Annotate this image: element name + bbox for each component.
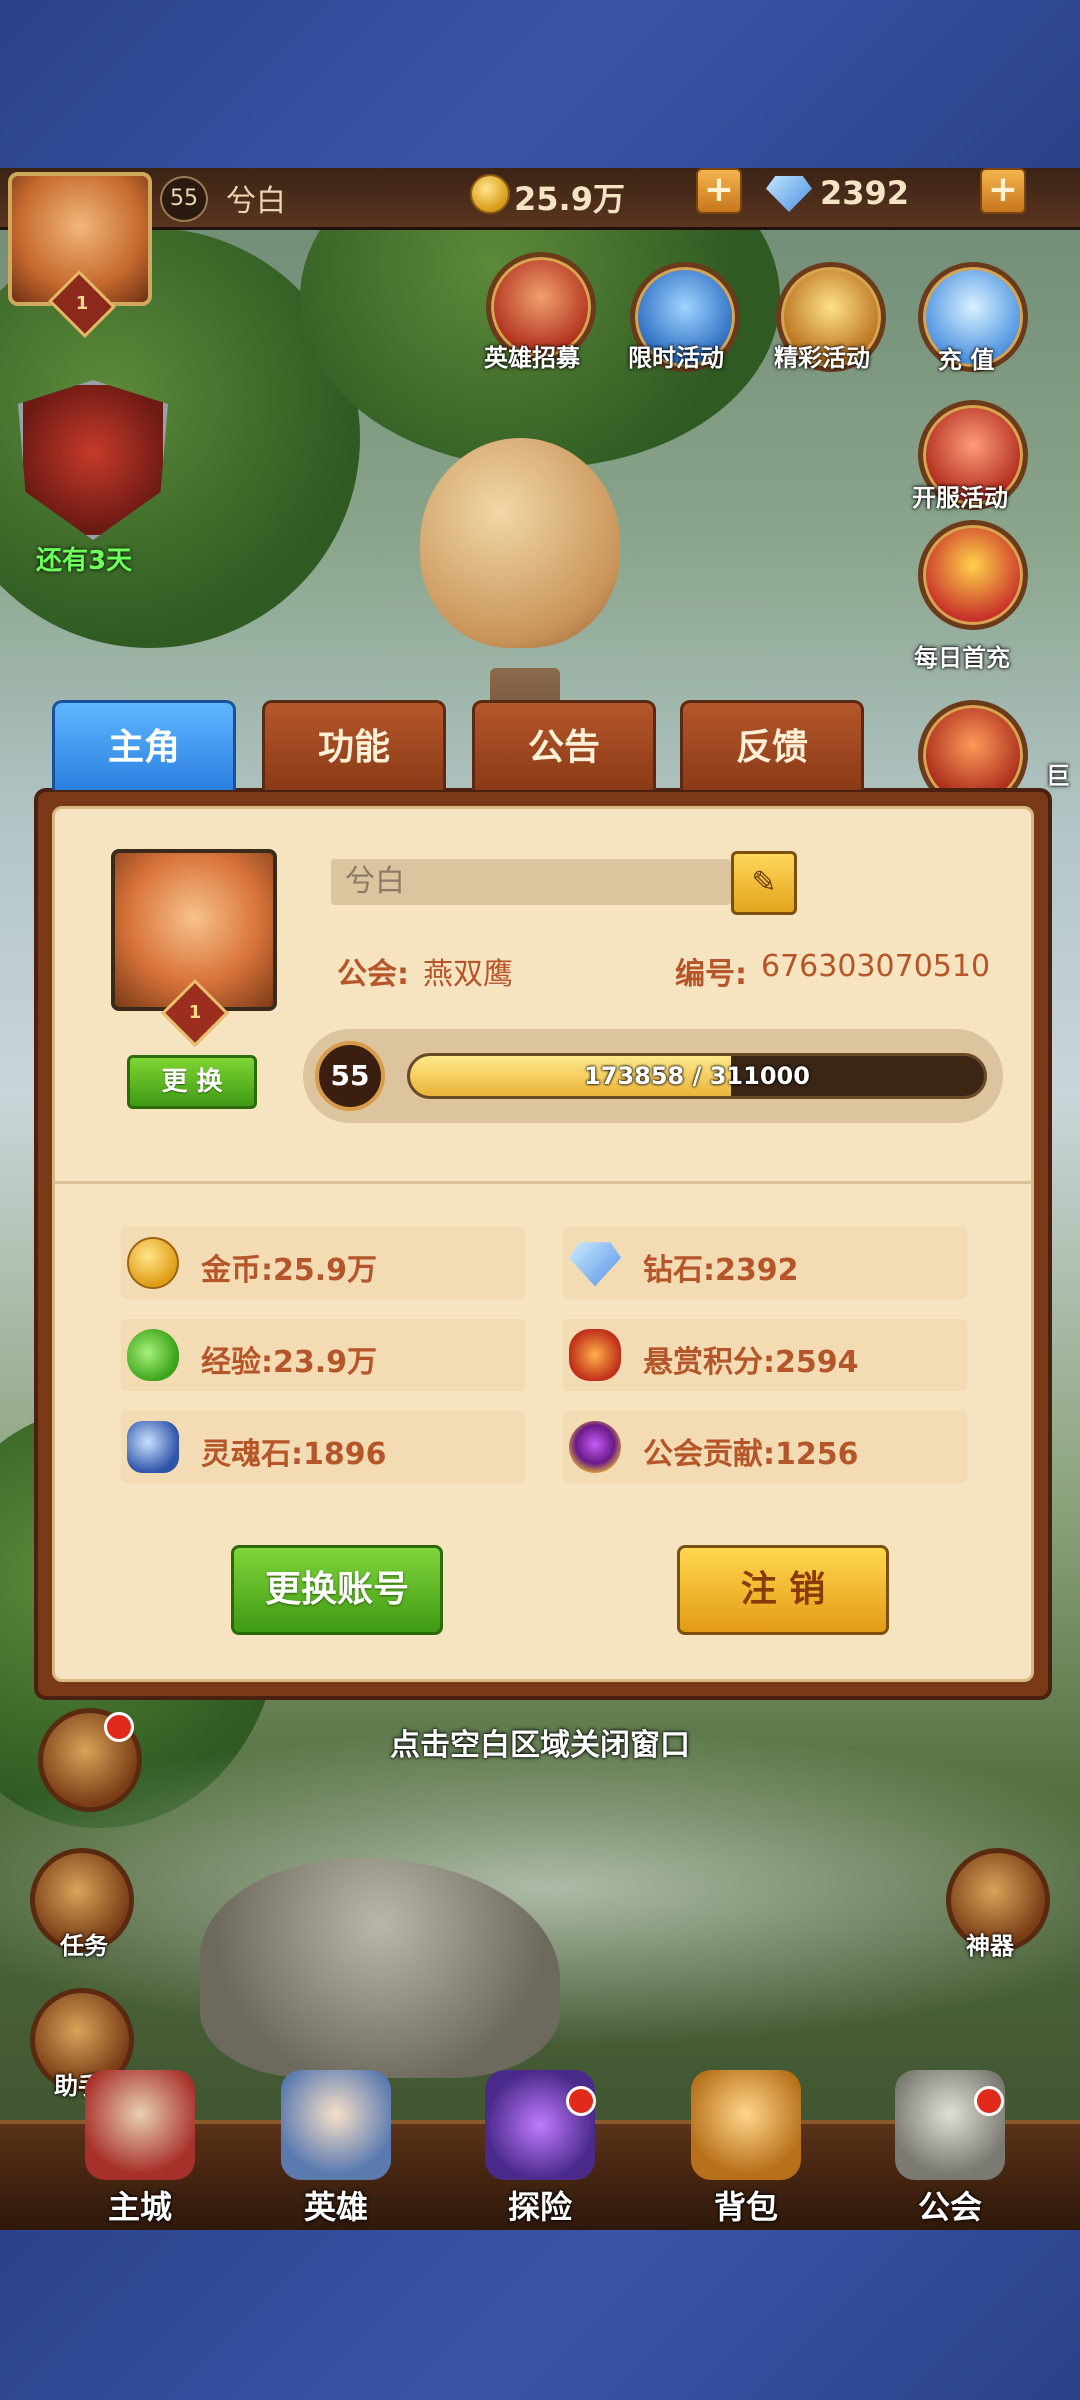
panel-divider: [55, 1181, 1031, 1184]
limited-event-label[interactable]: 限时活动: [628, 338, 724, 373]
tab-feedback[interactable]: 反馈: [680, 700, 864, 790]
guild-contribution-icon: [569, 1421, 621, 1473]
stat-gold: 金币:25.9万: [121, 1227, 525, 1299]
nav-main-city[interactable]: 主城: [70, 2070, 210, 2230]
stat-gold-label: 金币:25.9万: [201, 1253, 378, 1288]
stat-bounty-label: 悬赏积分:2594: [643, 1345, 859, 1380]
stat-exp: 经验:23.9万: [121, 1319, 525, 1391]
exp-progress-bar: 173858 / 311000: [407, 1053, 987, 1099]
player-level-badge: 55: [160, 176, 208, 222]
stat-soulstone-label: 灵魂石:1896: [201, 1437, 387, 1472]
player-name: 兮白: [226, 184, 286, 219]
letterbox-bottom: [0, 2230, 1080, 2400]
edit-name-button[interactable]: ✎: [731, 851, 797, 915]
airship-balloon: [420, 438, 620, 648]
artifact-label[interactable]: 神器: [966, 1926, 1014, 1961]
daily-first-recharge-icon[interactable]: [918, 520, 1028, 630]
profile-panel: 1 更 换 兮白 ✎ 公会: 燕双鹰 编号: 676303070510 55 1…: [34, 788, 1052, 1700]
hero-icon: [281, 2070, 391, 2180]
guild-name: 燕双鹰: [423, 957, 513, 992]
notification-dot: [566, 2086, 596, 2116]
stat-diamond-label: 钻石:2392: [643, 1253, 799, 1288]
gold-coin-icon: [470, 174, 510, 214]
player-name-field: 兮白: [331, 859, 731, 905]
nav-main-city-label: 主城: [107, 2188, 172, 2226]
stat-diamond: 钻石:2392: [563, 1227, 967, 1299]
diamond-amount: 2392: [820, 174, 910, 212]
soulstone-icon: [127, 1421, 179, 1473]
server-event-label[interactable]: 开服活动: [912, 478, 1008, 513]
stat-exp-label: 经验:23.9万: [201, 1345, 378, 1380]
featured-event-label[interactable]: 精彩活动: [774, 338, 870, 373]
shield-timer-label: 还有3天: [36, 546, 133, 576]
player-id: 676303070510: [761, 949, 991, 984]
side-partial-label: 巨: [1046, 762, 1070, 790]
guild-label: 公会:: [337, 957, 409, 992]
backpack-icon: [691, 2070, 801, 2180]
stat-bounty: 悬赏积分:2594: [563, 1319, 967, 1391]
add-gold-button[interactable]: +: [696, 168, 742, 214]
tab-functions[interactable]: 功能: [262, 700, 446, 790]
profile-level-badge: 55: [315, 1041, 385, 1111]
bounty-icon: [569, 1329, 621, 1381]
nav-guild-label: 公会: [917, 2188, 982, 2226]
nav-heroes-label: 英雄: [303, 2188, 368, 2226]
nav-backpack[interactable]: 背包: [676, 2070, 816, 2230]
add-diamond-button[interactable]: +: [980, 168, 1026, 214]
daily-first-recharge-label[interactable]: 每日首充: [914, 638, 1010, 673]
stat-guild-contribution: 公会贡献:1256: [563, 1411, 967, 1483]
castle-icon: [85, 2070, 195, 2180]
task-label[interactable]: 任务: [60, 1926, 108, 1961]
nav-explore-label: 探险: [507, 2188, 572, 2226]
coin-icon: [127, 1237, 179, 1289]
stat-guild-contribution-label: 公会贡献:1256: [643, 1437, 859, 1472]
gold-amount: 25.9万: [514, 180, 625, 218]
exp-progress-text: 173858 / 311000: [584, 1062, 810, 1090]
change-avatar-button[interactable]: 更 换: [127, 1055, 257, 1109]
logout-button[interactable]: 注 销: [677, 1545, 889, 1635]
player-id-label: 编号:: [675, 957, 747, 992]
potion-icon: [127, 1329, 179, 1381]
notification-dot: [974, 2086, 1004, 2116]
hero-recruit-label[interactable]: 英雄招募: [484, 338, 580, 373]
diamond-icon: [569, 1242, 621, 1287]
recharge-label[interactable]: 充 值: [938, 340, 994, 375]
tab-announcements[interactable]: 公告: [472, 700, 656, 790]
switch-account-button[interactable]: 更换账号: [231, 1545, 443, 1635]
profile-panel-inner: 1 更 换 兮白 ✎ 公会: 燕双鹰 编号: 676303070510 55 1…: [52, 806, 1034, 1682]
tab-protagonist[interactable]: 主角: [52, 700, 236, 790]
nav-heroes[interactable]: 英雄: [266, 2070, 406, 2230]
quill-icon: ✎: [751, 865, 777, 900]
letterbox-top: [0, 0, 1080, 168]
stat-soulstone: 灵魂石:1896: [121, 1411, 525, 1483]
nav-backpack-label: 背包: [713, 2188, 778, 2226]
close-hint: 点击空白区域关闭窗口: [390, 1728, 690, 1763]
